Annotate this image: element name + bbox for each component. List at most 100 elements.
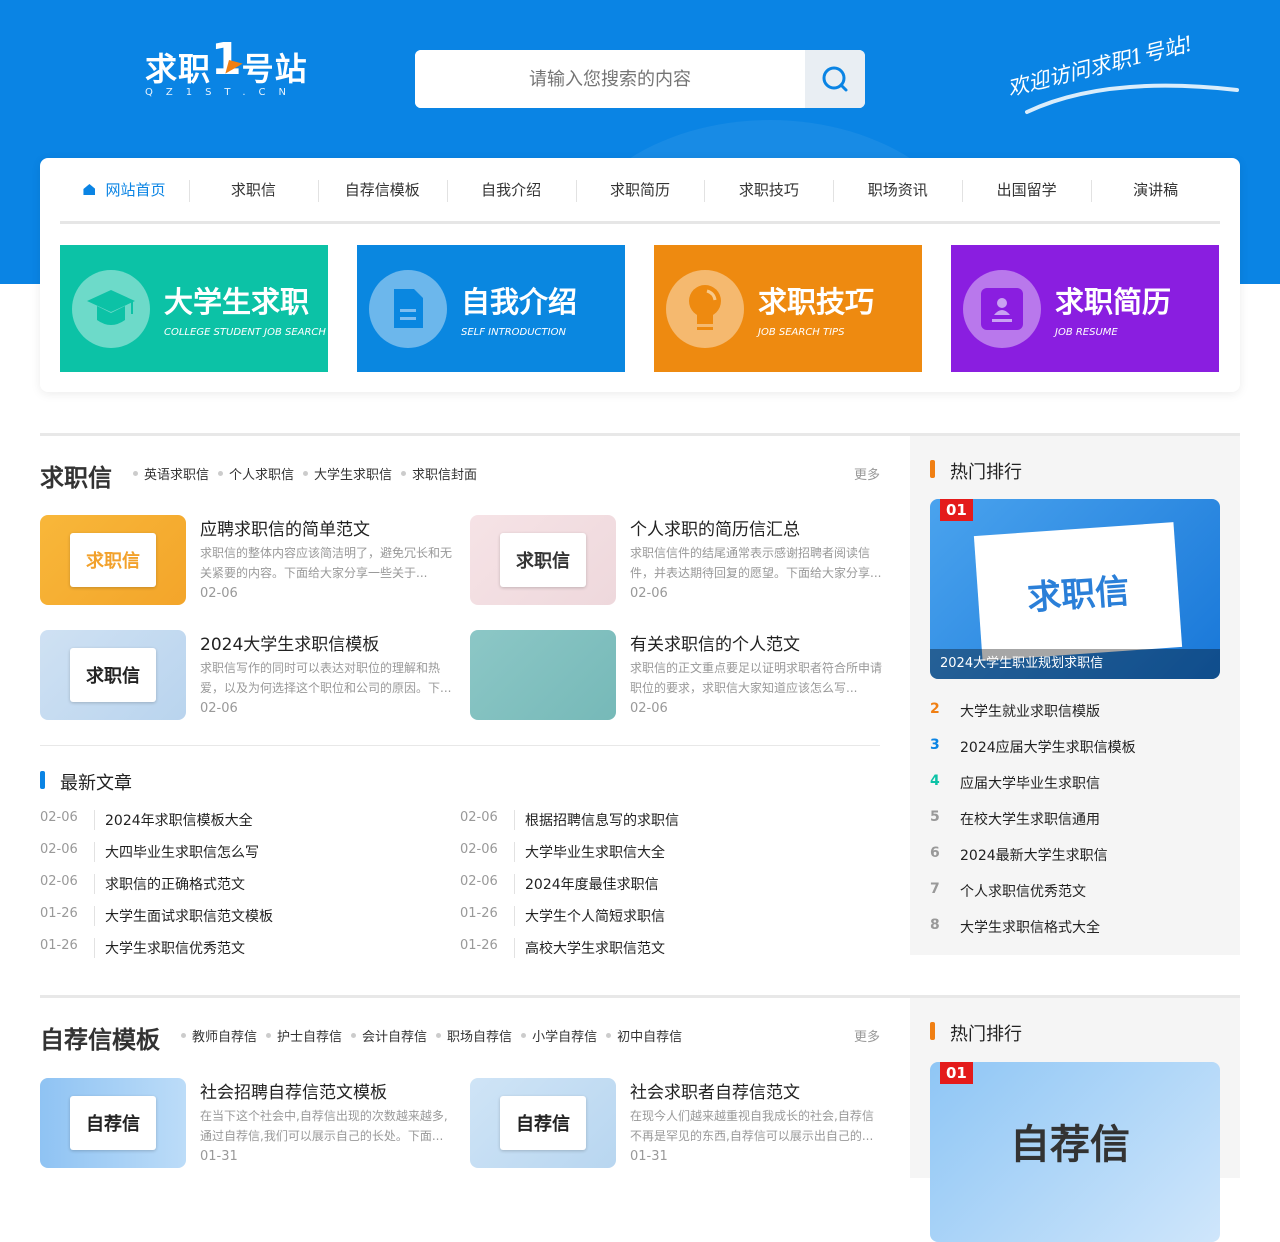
- latest-title[interactable]: 求职信的正确格式范文: [105, 874, 245, 894]
- hot-rank-item[interactable]: 2 大学生就业求职信模版: [930, 701, 1100, 721]
- article-title[interactable]: 2024大学生求职信模板: [200, 630, 379, 655]
- article-title[interactable]: 应聘求职信的简单范文: [200, 515, 370, 540]
- latest-article[interactable]: 02-06 2024年求职信模板大全: [40, 810, 253, 830]
- site-logo[interactable]: 求职1号站 QZ1ST.CN: [145, 34, 308, 98]
- nav-item[interactable]: 求职技巧: [704, 158, 833, 221]
- more-link[interactable]: 更多: [854, 464, 880, 483]
- latest-article[interactable]: 01-26 高校大学生求职信范文: [460, 938, 665, 958]
- nav-item[interactable]: 职场资讯: [833, 158, 962, 221]
- rank-title[interactable]: 大学生求职信格式大全: [960, 917, 1100, 937]
- tag-link[interactable]: 会计自荐信: [351, 1026, 427, 1045]
- banner-document[interactable]: 自我介绍 SELF INTRODUCTION: [357, 245, 625, 372]
- rank-badge: 01: [940, 1062, 973, 1084]
- search-input[interactable]: [415, 50, 805, 108]
- article-thumbnail: 求职信: [470, 515, 616, 605]
- banner-subtitle: SELF INTRODUCTION: [461, 327, 566, 338]
- article-item[interactable]: 自荐信 社会求职者自荐信范文 在现今人们越来越重视自我成长的社会,自荐信不再是罕见的…: [470, 1078, 890, 1168]
- tag-link[interactable]: 个人求职信: [218, 464, 294, 483]
- tag-link[interactable]: 求职信封面: [401, 464, 477, 483]
- banner-graduation-cap[interactable]: 大学生求职 COLLEGE STUDENT JOB SEARCH: [60, 245, 328, 372]
- latest-article[interactable]: 01-26 大学生个人简短求职信: [460, 906, 665, 926]
- article-thumbnail: [470, 630, 616, 720]
- tag-link[interactable]: 护士自荐信: [266, 1026, 342, 1045]
- latest-article[interactable]: 02-06 大学毕业生求职信大全: [460, 842, 665, 862]
- hot-top-image-text: 求职信: [973, 522, 1183, 661]
- latest-title[interactable]: 大学生求职信优秀范文: [105, 938, 245, 958]
- article-item[interactable]: 求职信 应聘求职信的简单范文 求职信的整体内容应该简洁明了，避免冗长和无关紧要的内容…: [40, 515, 460, 605]
- rank-title[interactable]: 2024应届大学生求职信模板: [960, 737, 1136, 757]
- banner-text: 求职技巧 JOB SEARCH TIPS: [758, 279, 874, 338]
- latest-article[interactable]: 02-06 求职信的正确格式范文: [40, 874, 245, 894]
- hot-ranking-title: 热门排行: [930, 1020, 1022, 1046]
- rank-title[interactable]: 个人求职信优秀范文: [960, 881, 1086, 901]
- nav-item[interactable]: 求职信: [188, 158, 318, 221]
- banner-lightbulb[interactable]: 求职技巧 JOB SEARCH TIPS: [654, 245, 922, 372]
- nav-item-label: 职场资讯: [867, 181, 928, 199]
- article-summary: 求职信写作的同时可以表达对职位的理解和热爱，以及为何选择这个职位和公司的原因。下…: [200, 661, 452, 695]
- hot-rank-item[interactable]: 3 2024应届大学生求职信模板: [930, 737, 1136, 757]
- tag-link[interactable]: 英语求职信: [132, 464, 209, 483]
- latest-title[interactable]: 高校大学生求职信范文: [525, 938, 665, 958]
- graduation-cap-icon: [72, 269, 150, 348]
- tag-link[interactable]: 教师自荐信: [180, 1026, 257, 1045]
- latest-title[interactable]: 根据招聘信息写的求职信: [525, 810, 679, 830]
- tag-link[interactable]: 小学自荐信: [521, 1026, 597, 1045]
- latest-date: 01-26: [40, 906, 95, 926]
- rank-title[interactable]: 应届大学毕业生求职信: [960, 773, 1100, 793]
- lightbulb-icon: [666, 269, 744, 348]
- latest-article[interactable]: 02-06 2024年度最佳求职信: [460, 874, 659, 894]
- hot-top-item[interactable]: 求职信 01 2024大学生职业规划求职信: [930, 499, 1220, 679]
- article-item[interactable]: 求职信 2024大学生求职信模板 求职信写作的同时可以表达对职位的理解和热爱，以及为…: [40, 630, 460, 720]
- latest-date: 02-06: [460, 810, 515, 830]
- article-title[interactable]: 社会求职者自荐信范文: [630, 1078, 800, 1103]
- more-link[interactable]: 更多: [854, 1026, 880, 1045]
- rank-title[interactable]: 在校大学生求职信通用: [960, 809, 1100, 829]
- latest-title[interactable]: 大学毕业生求职信大全: [525, 842, 665, 862]
- latest-title[interactable]: 2024年求职信模板大全: [105, 810, 253, 830]
- nav-item[interactable]: 出国留学: [962, 158, 1091, 221]
- latest-title[interactable]: 大四毕业生求职信怎么写: [105, 842, 259, 862]
- latest-title[interactable]: 大学生个人简短求职信: [525, 906, 665, 926]
- latest-title[interactable]: 2024年度最佳求职信: [525, 874, 659, 894]
- hot-rank-item[interactable]: 5 在校大学生求职信通用: [930, 809, 1100, 829]
- document-icon: [369, 269, 447, 348]
- latest-article[interactable]: 02-06 大四毕业生求职信怎么写: [40, 842, 259, 862]
- rank-number: 4: [930, 773, 940, 789]
- thumbnail-text: 自荐信: [500, 1096, 586, 1150]
- swoosh-decor: [1025, 83, 1239, 114]
- latest-article[interactable]: 01-26 大学生面试求职信范文模板: [40, 906, 273, 926]
- logo-domain: QZ1ST.CN: [145, 87, 299, 98]
- hot-rank-item[interactable]: 4 应届大学毕业生求职信: [930, 773, 1100, 793]
- hot-top-item[interactable]: 自荐信 01: [930, 1062, 1220, 1242]
- latest-date: 01-26: [460, 906, 515, 926]
- rank-title[interactable]: 大学生就业求职信模版: [960, 701, 1100, 721]
- latest-title[interactable]: 大学生面试求职信范文模板: [105, 906, 273, 926]
- nav-item[interactable]: 演讲稿: [1091, 158, 1220, 221]
- article-item[interactable]: 有关求职信的个人范文 求职信的正文重点要足以证明求职者符合所申请职位的要求，求职信…: [470, 630, 890, 720]
- hot-rank-item[interactable]: 8 大学生求职信格式大全: [930, 917, 1100, 937]
- tag-link[interactable]: 初中自荐信: [606, 1026, 682, 1045]
- nav-item[interactable]: 求职简历: [575, 158, 705, 221]
- article-item[interactable]: 自荐信 社会招聘自荐信范文模板 在当下这个社会中,自荐信出现的次数越来越多,通过自荐…: [40, 1078, 460, 1168]
- hot-rank-item[interactable]: 6 2024最新大学生求职信: [930, 845, 1108, 865]
- rank-title[interactable]: 2024最新大学生求职信: [960, 845, 1108, 865]
- search-button[interactable]: [805, 50, 865, 108]
- nav-item[interactable]: 自我介绍: [446, 158, 576, 221]
- banner-resume[interactable]: 求职简历 JOB RESUME: [951, 245, 1219, 372]
- nav-item[interactable]: 网站首页: [60, 158, 189, 221]
- article-title[interactable]: 个人求职的简历信汇总: [630, 515, 800, 540]
- hot-rank-item[interactable]: 7 个人求职信优秀范文: [930, 881, 1086, 901]
- latest-article[interactable]: 02-06 根据招聘信息写的求职信: [460, 810, 679, 830]
- tag-link[interactable]: 职场自荐信: [436, 1026, 512, 1045]
- article-item[interactable]: 求职信 个人求职的简历信汇总 求职信信件的结尾通常表示感谢招聘者阅读信件，并表达期待…: [470, 515, 890, 605]
- hot-top-caption: 2024大学生职业规划求职信: [930, 649, 1220, 679]
- tag-link[interactable]: 大学生求职信: [303, 464, 392, 483]
- article-date: 02-06: [200, 701, 238, 716]
- article-title[interactable]: 有关求职信的个人范文: [630, 630, 800, 655]
- article-date: 01-31: [200, 1149, 238, 1164]
- article-title[interactable]: 社会招聘自荐信范文模板: [200, 1078, 387, 1103]
- nav-item[interactable]: 自荐信模板: [317, 158, 447, 221]
- latest-title: 最新文章: [40, 769, 132, 795]
- latest-article[interactable]: 01-26 大学生求职信优秀范文: [40, 938, 245, 958]
- main-nav: 网站首页 求职信 自荐信模板 自我介绍 求职简历 求职技巧 职场资讯 出国留学 演讲稿: [60, 158, 1220, 224]
